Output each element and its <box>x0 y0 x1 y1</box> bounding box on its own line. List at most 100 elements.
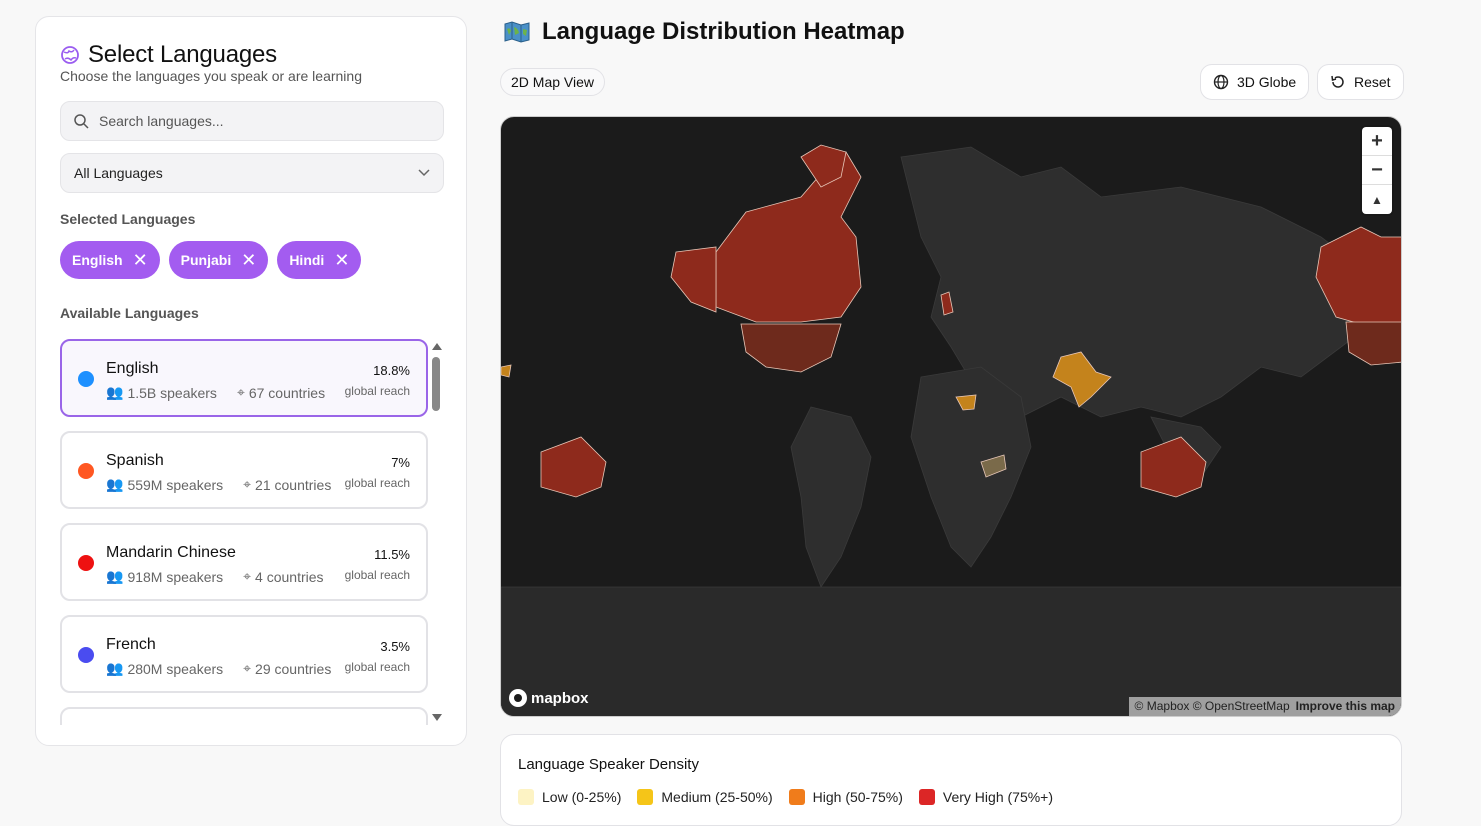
language-card-french[interactable]: French 👥 280M speakers ⌖ 29 countries 3.… <box>60 615 428 693</box>
countries-count: 67 countries <box>248 384 326 401</box>
3d-globe-button[interactable]: 3D Globe <box>1200 64 1310 100</box>
speakers-count: 1.5B speakers <box>127 384 217 401</box>
chip-hindi[interactable]: Hindi ✕ <box>277 241 362 279</box>
legend-title: Language Speaker Density <box>518 756 699 773</box>
page-title: Language Distribution Heatmap <box>542 18 905 45</box>
language-meta: 👥 918M speakers ⌖ 4 countries <box>106 568 324 585</box>
globe-icon <box>1213 74 1229 90</box>
usa-region-repeat <box>1345 321 1401 366</box>
panel-title: Select Languages <box>88 41 277 68</box>
users-icon: 👥 <box>106 660 124 676</box>
countries-count: 29 countries <box>255 660 332 677</box>
users-icon: 👥 <box>106 476 124 492</box>
language-card-partial[interactable] <box>60 707 428 725</box>
language-list: English 👥 1.5B speakers ⌖ 67 countries 1… <box>60 339 446 725</box>
legend-item-low: Low (0-25%) <box>518 789 621 805</box>
language-filter-select[interactable]: All Languages <box>60 153 444 193</box>
map-pin-icon: ⌖ <box>243 568 252 584</box>
close-icon[interactable]: ✕ <box>241 251 256 269</box>
speakers-count: 559M speakers <box>127 476 224 493</box>
language-meta: 👥 1.5B speakers ⌖ 67 countries <box>106 384 325 401</box>
chip-english[interactable]: English ✕ <box>60 241 160 279</box>
chip-punjabi[interactable]: Punjabi ✕ <box>168 241 269 279</box>
map-attribution: © Mapbox © OpenStreetMap Improve this ma… <box>1128 697 1401 716</box>
legend-label: Low (0-25%) <box>542 789 622 805</box>
alaska-region <box>670 246 717 313</box>
mapbox-logo-text: mapbox <box>531 689 589 707</box>
zoom-out-button[interactable]: − <box>1362 156 1392 185</box>
south-america-landmass <box>790 406 872 588</box>
attribution-text[interactable]: © Mapbox © OpenStreetMap <box>1135 699 1290 714</box>
language-color-dot <box>78 371 94 387</box>
reach-label: global reach <box>344 476 410 490</box>
reach-label: global reach <box>344 568 410 582</box>
selected-chips: English ✕ Punjabi ✕ Hindi ✕ <box>60 241 362 279</box>
view-mode-badge: 2D Map View <box>500 68 606 96</box>
users-icon: 👥 <box>106 568 124 584</box>
language-color-dot <box>78 647 94 663</box>
view-mode-label: 2D Map View <box>511 74 595 90</box>
zoom-controls: + − ▲ <box>1362 127 1392 214</box>
legend-item-medium: Medium (25-50%) <box>637 789 773 805</box>
reach-percent: 7% <box>391 455 410 470</box>
language-name: Spanish <box>106 452 164 469</box>
reset-button[interactable]: Reset <box>1317 64 1404 100</box>
compass-button[interactable]: ▲ <box>1362 185 1392 214</box>
map-icon <box>504 21 530 43</box>
scroll-thumb[interactable] <box>432 357 440 411</box>
close-icon[interactable]: ✕ <box>334 251 349 269</box>
reach-label: global reach <box>344 384 410 398</box>
improve-map-link[interactable]: Improve this map <box>1296 699 1395 714</box>
panel-header: Select Languages <box>60 41 277 69</box>
language-card-mandarin[interactable]: Mandarin Chinese 👥 918M speakers ⌖ 4 cou… <box>60 523 428 601</box>
available-languages-label: Available Languages <box>60 305 199 321</box>
legend-label: Very High (75%+) <box>942 789 1054 805</box>
mapbox-logo-icon <box>509 689 527 707</box>
australia-region-west <box>540 436 607 498</box>
language-meta: 👥 280M speakers ⌖ 29 countries <box>106 660 331 677</box>
chip-label: Punjabi <box>180 252 232 268</box>
page-header: Language Distribution Heatmap <box>504 18 905 46</box>
reach-label: global reach <box>344 660 410 674</box>
reach-percent: 18.8% <box>373 363 410 378</box>
search-icon <box>74 114 89 129</box>
language-name: English <box>106 360 159 377</box>
legend-swatch <box>637 789 654 805</box>
map-pin-icon: ⌖ <box>243 660 252 676</box>
mapbox-logo[interactable]: mapbox <box>509 689 589 707</box>
scroll-up-arrow[interactable] <box>432 343 442 350</box>
caribbean-region <box>501 364 512 378</box>
reset-button-label: Reset <box>1354 74 1391 90</box>
scroll-down-arrow[interactable] <box>432 714 442 721</box>
density-legend: Language Speaker Density Low (0-25%) Med… <box>500 734 1402 826</box>
chip-label: Hindi <box>289 252 325 268</box>
legend-swatch <box>518 789 534 805</box>
map-canvas[interactable] <box>501 117 1402 717</box>
usa-region <box>740 323 842 373</box>
language-meta: 👥 559M speakers ⌖ 21 countries <box>106 476 331 493</box>
close-icon[interactable]: ✕ <box>133 251 148 269</box>
language-name: Mandarin Chinese <box>106 544 236 561</box>
search-input[interactable] <box>99 113 419 129</box>
language-card-english[interactable]: English 👥 1.5B speakers ⌖ 67 countries 1… <box>60 339 428 417</box>
legend-swatch <box>918 789 935 805</box>
zoom-in-button[interactable]: + <box>1362 127 1392 156</box>
list-scrollbar[interactable] <box>430 341 444 721</box>
world-map[interactable]: + − ▲ mapbox © Mapbox © OpenStreetMap Im… <box>500 116 1402 717</box>
language-selector-panel: Select Languages Choose the languages yo… <box>35 16 467 746</box>
speakers-count: 918M speakers <box>127 568 224 585</box>
legend-item-very-high: Very High (75%+) <box>918 789 1054 805</box>
panel-subtitle: Choose the languages you speak or are le… <box>60 68 362 84</box>
language-name: French <box>106 636 156 653</box>
globe-button-label: 3D Globe <box>1237 74 1297 90</box>
legend-item-high: High (50-75%) <box>788 789 903 805</box>
search-box[interactable] <box>60 101 444 141</box>
chip-label: English <box>72 252 123 268</box>
language-card-spanish[interactable]: Spanish 👥 559M speakers ⌖ 21 countries 7… <box>60 431 428 509</box>
language-color-dot <box>78 463 94 479</box>
map-pin-icon: ⌖ <box>236 384 245 400</box>
legend-swatch <box>788 789 805 805</box>
globe-icon <box>61 46 79 64</box>
reach-percent: 11.5% <box>374 547 410 562</box>
reach-percent: 3.5% <box>380 639 410 654</box>
